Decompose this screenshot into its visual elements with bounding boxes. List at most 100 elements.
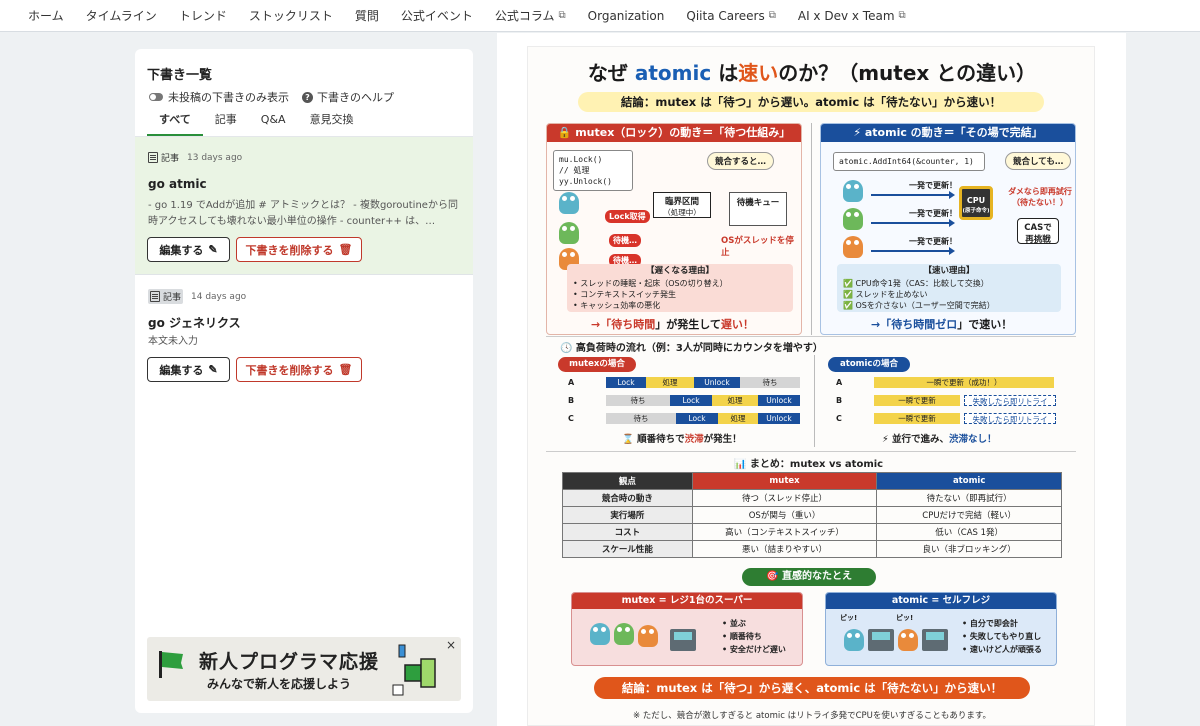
critical-section-box: 臨界区間 （処理中） bbox=[653, 192, 711, 218]
self-checkout-icon bbox=[868, 629, 894, 651]
nav-home[interactable]: ホーム bbox=[28, 7, 64, 24]
section-divider bbox=[546, 336, 1076, 337]
tab-discussion[interactable]: 意見交換 bbox=[298, 112, 366, 137]
nav-organization[interactable]: Organization bbox=[588, 9, 665, 23]
nav-questions[interactable]: 質問 bbox=[355, 7, 379, 24]
draft-tabs: すべて 記事 Q&A 意見交換 bbox=[147, 112, 366, 137]
atomic-panel-header: ⚡ atomic の動き＝「その場で完結」 bbox=[821, 124, 1075, 142]
table-header-cell: mutex bbox=[691, 472, 878, 490]
mutex-panel-header: 🔒 mutex（ロック）の動き＝「待つ仕組み」 bbox=[547, 124, 801, 142]
article-infographic: なぜ atomic は速いのか？（mutex との違い） 結論：mutex は「… bbox=[527, 46, 1095, 726]
cas-retry-box: CASで 再挑戦 bbox=[1017, 218, 1059, 245]
nav-stocklist[interactable]: ストックリスト bbox=[249, 7, 333, 24]
arrow-label: 一発で更新！ bbox=[909, 209, 957, 218]
tab-all[interactable]: すべて bbox=[147, 112, 203, 137]
global-nav: ホーム タイムライン トレンド ストックリスト 質問 公式イベント 公式コラム ⧉… bbox=[0, 0, 1200, 32]
mutex-case-label: mutexの場合 bbox=[558, 357, 636, 372]
table-cell: スケール性能 bbox=[562, 540, 693, 558]
arrow-label: 一発で更新！ bbox=[909, 237, 957, 246]
table-cell: コスト bbox=[562, 523, 693, 541]
gopher-icon bbox=[898, 629, 918, 651]
nav-trend[interactable]: トレンド bbox=[179, 7, 227, 24]
arrow-icon bbox=[871, 219, 955, 227]
unposted-only-toggle[interactable]: 未投稿の下書きのみ表示 bbox=[149, 89, 289, 105]
table-header-cell: atomic bbox=[876, 472, 1062, 490]
document-icon bbox=[148, 152, 158, 163]
atomic-lane-b: 一瞬で更新 失敗したら即リトライ bbox=[874, 395, 1056, 406]
cash-register-icon bbox=[670, 629, 696, 651]
tab-articles[interactable]: 記事 bbox=[203, 112, 249, 137]
metaphor-title: mutex = レジ1台のスーパー bbox=[572, 593, 802, 609]
edit-button[interactable]: 編集する ✎ bbox=[147, 237, 230, 262]
toggle-switch-icon[interactable] bbox=[149, 93, 163, 101]
timeline-segment: 待ち bbox=[606, 395, 670, 406]
metaphor-list: • 並ぶ • 順番待ち • 安全だけど遅い bbox=[722, 619, 786, 654]
comparison-table: 観点 mutex atomic 競合時の動き 待つ（スレッド停止） 待たない（即… bbox=[562, 472, 1062, 558]
mutex-lane-c: 待ち Lock 処理 Unlock bbox=[606, 413, 800, 424]
infographic-title: なぜ atomic は速いのか？（mutex との違い） bbox=[587, 61, 1037, 85]
timeline-segment: Unlock bbox=[694, 377, 740, 388]
self-checkout-icon bbox=[922, 629, 948, 651]
wait-queue-box: 待機キュー bbox=[729, 192, 787, 226]
atomic-conclusion: →「待ち時間ゼロ」で速い！ bbox=[871, 318, 1013, 331]
close-icon[interactable]: × bbox=[443, 637, 459, 653]
lane-label: C bbox=[568, 414, 574, 423]
draft-body: 本文未入力 bbox=[148, 336, 198, 347]
mutex-code: mu.Lock() // 処理 yy.Unlock() bbox=[553, 150, 633, 191]
nav-ai-dev-team[interactable]: AI x Dev x Team ⧉ bbox=[798, 9, 906, 23]
footnote: ※ ただし、競合が激しすぎると atomic はリトライ多発でCPUを使いすぎる… bbox=[632, 711, 992, 721]
beep-text: ピッ! bbox=[840, 614, 858, 622]
promo-banner[interactable]: 新人プログラマ応援 みんなで新人を応援しよう × bbox=[147, 637, 461, 701]
atomic-flow-foot: ⚡ 並行で進み、渋滞なし！ bbox=[882, 434, 997, 445]
lock-acquired-tag: Lock取得 bbox=[605, 210, 650, 223]
lane-label: C bbox=[836, 414, 842, 423]
timeline-segment: Lock bbox=[606, 377, 646, 388]
nav-qiita-careers[interactable]: Qiita Careers ⧉ bbox=[686, 9, 775, 23]
gopher-b-icon bbox=[843, 208, 863, 230]
toggle-label: 未投稿の下書きのみ表示 bbox=[168, 91, 289, 104]
table-cell: 低い（CAS 1発） bbox=[876, 523, 1062, 541]
gopher-icon bbox=[638, 625, 658, 647]
timeline-segment: 一瞬で更新 bbox=[874, 395, 960, 406]
trash-icon: 🗑 bbox=[338, 364, 353, 376]
nav-official-events[interactable]: 公式イベント bbox=[401, 7, 473, 24]
arrow-icon bbox=[871, 191, 955, 199]
tab-qa[interactable]: Q&A bbox=[249, 112, 298, 137]
help-label: 下書きのヘルプ bbox=[317, 91, 394, 104]
metaphor-list: • 自分で即会計 • 失敗してもやり直し • 速いけど人が頑張る bbox=[962, 619, 1042, 654]
draft-meta: 記事 13 days ago bbox=[148, 151, 242, 164]
draft-item[interactable]: 記事 13 days ago go atmic - go 1.19 でAddが追… bbox=[135, 137, 473, 275]
external-link-icon: ⧉ bbox=[898, 10, 906, 21]
draft-title[interactable]: go ジェネリクス bbox=[148, 314, 241, 331]
infographic-subtitle: 結論：mutex は「待つ」から遅い。atomic は「待たない」から速い！ bbox=[578, 92, 1044, 112]
drafts-help-link[interactable]: ? 下書きのヘルプ bbox=[302, 89, 394, 105]
draft-type-badge: 記事 bbox=[148, 289, 184, 304]
table-row: スケール性能 悪い（詰まりやすい） 良い（非ブロッキング） bbox=[562, 540, 1062, 558]
table-cell: 実行場所 bbox=[562, 506, 693, 524]
atomic-panel: ⚡ atomic の動き＝「その場で完結」 atomic.AddInt64(&c… bbox=[820, 123, 1076, 335]
draft-meta: 記事 14 days ago bbox=[148, 289, 246, 304]
timeline-segment: 失敗したら即リトライ bbox=[964, 395, 1056, 406]
table-cell: CPUだけで完結（軽い） bbox=[876, 506, 1062, 524]
arrow-icon bbox=[871, 247, 955, 255]
table-row: 実行場所 OSが関与（重い） CPUだけで完結（軽い） bbox=[562, 506, 1062, 524]
nav-official-column[interactable]: 公式コラム ⧉ bbox=[495, 7, 566, 24]
timeline-segment: Lock bbox=[670, 395, 712, 406]
draft-item[interactable]: 記事 14 days ago go ジェネリクス 本文未入力 編集する ✎ 下書… bbox=[135, 275, 473, 389]
panel-title: 下書き一覧 bbox=[147, 68, 213, 83]
draft-actions: 編集する ✎ 下書きを削除する 🗑 bbox=[147, 237, 362, 262]
atomic-lane-a: 一瞬で更新（成功！） bbox=[874, 377, 1054, 388]
draft-title[interactable]: go atmic bbox=[148, 177, 207, 191]
cpu-chip-icon: CPU (原子命令) bbox=[959, 186, 993, 220]
pencil-icon: ✎ bbox=[208, 244, 218, 256]
gopher-icon bbox=[844, 629, 864, 651]
draft-type-badge: 記事 bbox=[148, 151, 179, 164]
mutex-conclusion: →「待ち時間」が発生して遅い！ bbox=[591, 318, 754, 331]
delete-draft-button[interactable]: 下書きを削除する 🗑 bbox=[236, 237, 362, 262]
lane-label: A bbox=[568, 378, 575, 387]
nav-timeline[interactable]: タイムライン bbox=[86, 7, 157, 24]
timeline-segment: Unlock bbox=[758, 413, 800, 424]
delete-draft-button[interactable]: 下書きを削除する 🗑 bbox=[236, 357, 362, 382]
edit-button[interactable]: 編集する ✎ bbox=[147, 357, 230, 382]
gopher-a-icon bbox=[559, 192, 579, 214]
